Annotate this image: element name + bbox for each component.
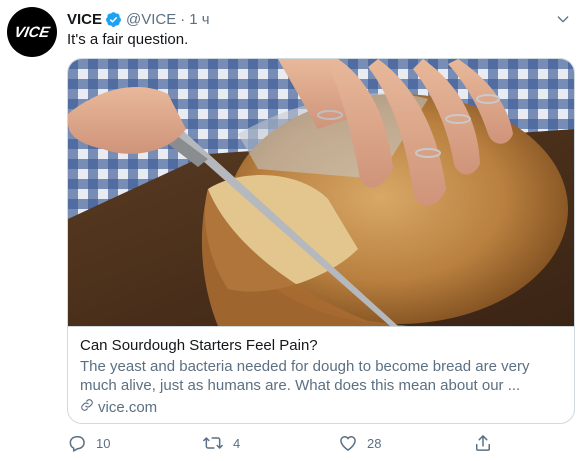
retweet-icon — [202, 433, 224, 453]
card-domain-text: vice.com — [98, 399, 158, 416]
card-body[interactable]: Can Sourdough Starters Feel Pain? The ye… — [68, 326, 574, 423]
retweet-count: 4 — [233, 435, 241, 451]
share-button[interactable] — [473, 433, 493, 453]
reply-button[interactable]: 10 — [67, 433, 110, 453]
reply-count: 10 — [96, 435, 111, 451]
avatar[interactable]: VICE — [7, 7, 57, 57]
link-card[interactable]: Can Sourdough Starters Feel Pain? The ye… — [67, 58, 575, 424]
share-icon — [473, 433, 493, 453]
chevron-down-icon[interactable] — [555, 11, 571, 32]
like-button[interactable]: 28 — [338, 433, 381, 453]
heart-icon — [338, 433, 358, 453]
tweet-actions: 10 4 28 — [67, 433, 497, 457]
card-description: The yeast and bacteria needed for dough … — [80, 358, 530, 394]
author-name[interactable]: VICE — [67, 11, 102, 28]
card-title: Can Sourdough Starters Feel Pain? — [80, 337, 318, 354]
reply-icon — [67, 433, 87, 453]
tweet-header: VICE @VICE · 1 ч — [67, 9, 210, 29]
like-count: 28 — [367, 435, 382, 451]
verified-badge-icon — [105, 11, 122, 28]
card-domain: vice.com — [80, 398, 564, 417]
header-separator: · — [180, 10, 186, 28]
vice-logo-text: VICE — [13, 24, 52, 41]
link-icon — [80, 398, 98, 417]
author-handle[interactable]: @VICE — [126, 11, 176, 28]
retweet-button[interactable]: 4 — [202, 433, 240, 453]
tweet-text: It's a fair question. — [67, 31, 189, 48]
vice-logo: VICE — [13, 24, 52, 41]
tweet-timestamp[interactable]: 1 ч — [189, 11, 209, 28]
card-image[interactable] — [68, 59, 575, 326]
